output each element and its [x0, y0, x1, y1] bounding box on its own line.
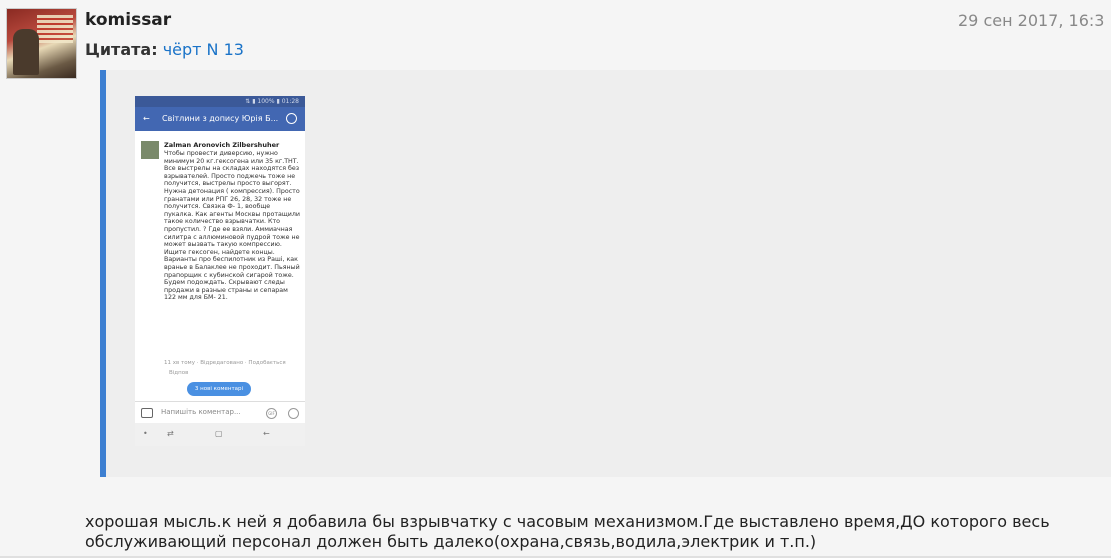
- back-icon: ←: [263, 429, 270, 438]
- phone-app-bar: ← Світлини з допису Юрія Б...: [135, 107, 305, 131]
- back-arrow-icon: ←: [143, 114, 150, 123]
- home-icon: ▢: [215, 429, 223, 438]
- phone-comment-input: Напишіть коментар... GIF: [135, 401, 305, 424]
- phone-nav-bar: • ⇄ ▢ ←: [135, 423, 305, 446]
- avatar-figure: [13, 29, 39, 75]
- dot-icon: •: [143, 429, 148, 438]
- search-icon: [286, 113, 297, 124]
- user-avatar[interactable]: [6, 8, 77, 79]
- commenter-avatar: [141, 141, 159, 159]
- post-date: 29 сен 2017, 16:3: [958, 11, 1105, 30]
- comment-reply: Відпов: [169, 370, 189, 376]
- phone-status-bar: ⇅ ▮ 100% ▮ 01:28: [135, 96, 305, 107]
- quote-author-link[interactable]: чёрт N 13: [163, 40, 244, 59]
- quoted-screenshot-image: ⇅ ▮ 100% ▮ 01:28 ← Світлини з допису Юрі…: [135, 96, 305, 446]
- post-message: хорошая мысль.к ней я добавила бы взрывч…: [85, 512, 1050, 551]
- comment-text: Чтобы провести диверсию, нужно минимум 2…: [164, 150, 300, 302]
- recent-apps-icon: ⇄: [167, 429, 174, 438]
- post-username[interactable]: komissar: [85, 10, 171, 30]
- emoji-icon: [288, 408, 299, 419]
- camera-icon: [141, 408, 153, 418]
- gif-icon: GIF: [266, 408, 277, 419]
- comment-placeholder: Напишіть коментар...: [161, 408, 241, 416]
- quote-header: Цитата: чёрт N 13: [85, 40, 244, 59]
- quote-label: Цитата:: [85, 40, 158, 59]
- new-comments-pill: 3 нові коментарі: [187, 382, 251, 396]
- avatar-poster-text: [37, 15, 73, 43]
- commenter-name: Zalman Aronovich Zilbershuher: [164, 141, 280, 149]
- comment-meta: 11 хв тому · Відредаговано · Подобається: [164, 360, 286, 366]
- phone-app-title: Світлини з допису Юрія Б...: [162, 114, 279, 123]
